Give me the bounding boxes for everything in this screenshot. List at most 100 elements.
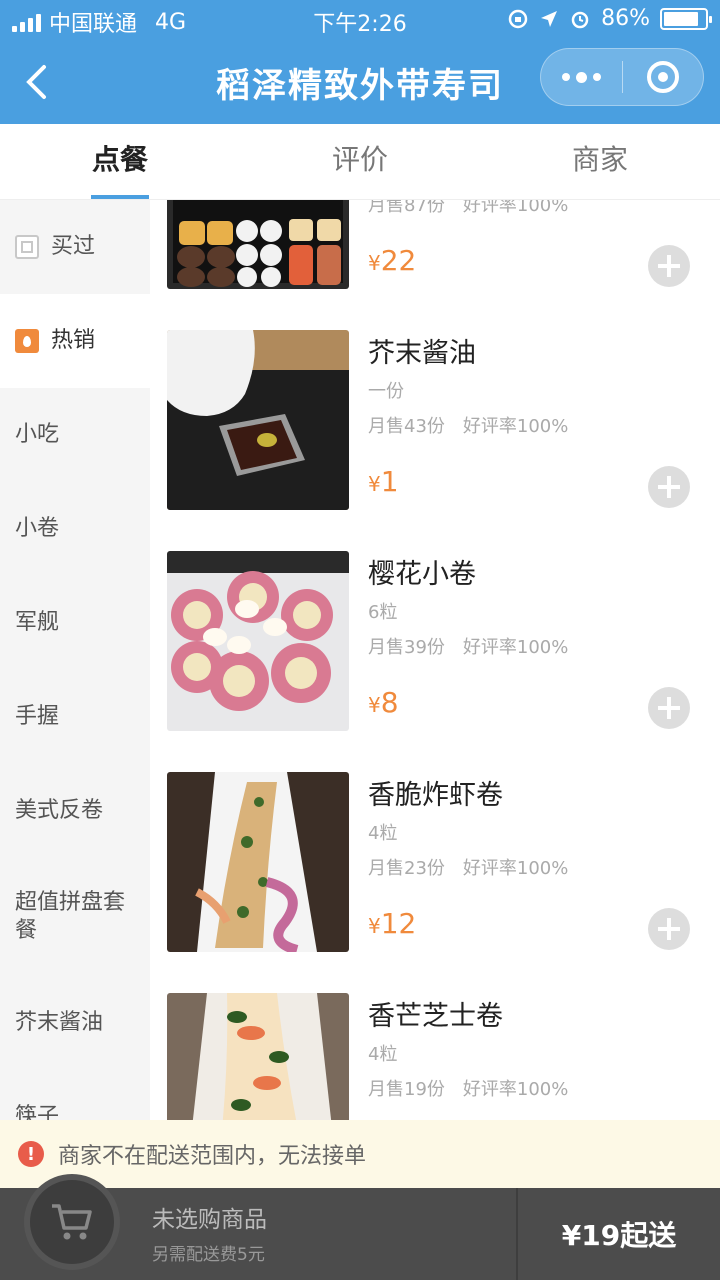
status-bar: 中国联通 4G 下午2:26 86% — [0, 0, 720, 40]
product-spec: 4粒 — [368, 1044, 398, 1065]
location-icon — [541, 10, 558, 27]
delivery-fee: 另需配送费5元 — [152, 1245, 265, 1265]
price-value: 12 — [380, 907, 417, 940]
product-rating: 好评率100% — [462, 200, 569, 216]
product-sales: 月售19份 — [368, 1079, 445, 1100]
warning-icon: ! — [18, 1141, 44, 1167]
product-item[interactable]: 月售87份 好评率100% ¥22 — [150, 200, 720, 309]
close-button[interactable] — [623, 49, 704, 105]
sidebar-item-platters[interactable]: 超值拼盘套餐 — [0, 858, 150, 976]
tab-merchant[interactable]: 商家 — [480, 124, 720, 199]
product-stats: 月售43份 好评率100% — [368, 412, 586, 438]
cart-icon — [52, 1204, 92, 1240]
product-rating: 好评率100% — [462, 416, 569, 437]
category-sidebar: 买过 热销 小吃 小卷 军舰 手握 美式反卷 超值拼盘套餐 芥末酱油 筷子 — [0, 200, 150, 1120]
status-right: 86% — [507, 6, 712, 31]
nav-bar: 稻泽精致外带寿司 — [0, 40, 720, 124]
more-dot-icon — [592, 73, 601, 81]
more-dot-icon — [575, 71, 587, 83]
more-button[interactable] — [541, 49, 622, 105]
sidebar-item-label: 筷子 — [15, 1104, 60, 1120]
cart-button[interactable] — [24, 1174, 120, 1270]
currency-symbol: ¥ — [368, 914, 381, 938]
sidebar-item-label: 买过 — [51, 234, 96, 259]
price-value: 8 — [380, 686, 399, 719]
product-spec: 6粒 — [368, 602, 398, 623]
product-name: 香脆炸虾卷 — [368, 780, 503, 811]
product-image — [167, 330, 349, 510]
more-dot-icon — [561, 73, 570, 81]
sidebar-item-label: 手握 — [15, 704, 60, 729]
sidebar-item-label: 小吃 — [15, 422, 60, 447]
sidebar-item-gunkan[interactable]: 军舰 — [0, 576, 150, 670]
product-price: ¥1 — [368, 465, 399, 498]
tab-reviews[interactable]: 评价 — [240, 124, 480, 199]
battery-percent: 86% — [601, 6, 650, 31]
product-item[interactable]: 香脆炸虾卷 4粒 月售23份 好评率100% ¥12 — [150, 751, 720, 972]
mini-program-capsule — [540, 48, 704, 106]
product-image — [167, 200, 349, 289]
product-price: ¥22 — [368, 244, 416, 277]
cart-summary: 未选购商品 另需配送费5元 — [152, 1200, 267, 1265]
add-to-cart-button[interactable] — [648, 687, 690, 729]
currency-symbol: ¥ — [368, 472, 381, 496]
product-price: ¥12 — [368, 907, 416, 940]
product-stats: 月售23份 好评率100% — [368, 854, 586, 880]
product-rating: 好评率100% — [462, 637, 569, 658]
currency-symbol: ¥ — [368, 251, 381, 275]
product-stats: 月售87份 好评率100% — [368, 200, 586, 217]
sidebar-item-label: 美式反卷 — [15, 798, 104, 823]
notice-text: 商家不在配送范围内，无法接单 — [58, 1144, 367, 1169]
price-value: 22 — [380, 244, 417, 277]
product-stats: 月售19份 好评率100% — [368, 1075, 586, 1101]
product-item[interactable]: 芥末酱油 一份 月售43份 好评率100% ¥1 — [150, 309, 720, 530]
product-rating: 好评率100% — [462, 858, 569, 879]
add-to-cart-button[interactable] — [648, 908, 690, 950]
sidebar-item-american-rolls[interactable]: 美式反卷 — [0, 764, 150, 858]
sidebar-item-wasabi-soy[interactable]: 芥末酱油 — [0, 976, 150, 1070]
product-sales: 月售23份 — [368, 858, 445, 879]
sidebar-item-label: 小卷 — [15, 516, 60, 541]
product-name: 樱花小卷 — [368, 559, 476, 590]
sidebar-item-snacks[interactable]: 小吃 — [0, 388, 150, 482]
sidebar-item-label: 超值拼盘套餐 — [15, 890, 126, 943]
sidebar-item-small-rolls[interactable]: 小卷 — [0, 482, 150, 576]
currency-symbol: ¥ — [368, 693, 381, 717]
product-list-scroll: 月售87份 好评率100% ¥22 芥末酱油 一份 月售43份 好评率100% ¥1 — [150, 200, 720, 1120]
min-order-button[interactable]: ¥19起送 — [516, 1188, 720, 1280]
sidebar-item-label: 军舰 — [15, 610, 60, 635]
cart-bar: 未选购商品 另需配送费5元 ¥19起送 — [0, 1174, 720, 1280]
product-price: ¥8 — [368, 686, 399, 719]
sidebar-item-hot[interactable]: 热销 — [0, 294, 150, 388]
sidebar-item-bought[interactable]: 买过 — [0, 200, 150, 294]
sidebar-item-label: 热销 — [51, 328, 96, 353]
tab-bar: 点餐 评价 商家 — [0, 124, 720, 200]
product-sales: 月售39份 — [368, 637, 445, 658]
add-to-cart-button[interactable] — [648, 466, 690, 508]
delivery-notice: ! 商家不在配送范围内，无法接单 — [0, 1120, 720, 1188]
battery-icon — [660, 7, 712, 30]
product-spec: 一份 — [368, 381, 404, 402]
bought-icon — [15, 235, 39, 259]
product-image — [167, 551, 349, 731]
sidebar-item-chopsticks[interactable]: 筷子 — [0, 1070, 150, 1120]
product-item[interactable]: 香芒芝士卷 4粒 月售19份 好评率100% — [150, 972, 720, 1120]
product-list: 月售87份 好评率100% ¥22 芥末酱油 一份 月售43份 好评率100% ¥1 — [150, 200, 720, 1120]
product-sales: 月售43份 — [368, 416, 445, 437]
product-image — [167, 993, 349, 1120]
battery-fill — [664, 11, 699, 26]
product-rating: 好评率100% — [462, 1079, 569, 1100]
product-spec: 4粒 — [368, 823, 398, 844]
product-name: 香芒芝士卷 — [368, 1001, 503, 1032]
product-stats: 月售39份 好评率100% — [368, 633, 586, 659]
add-to-cart-button[interactable] — [648, 245, 690, 287]
product-image — [167, 772, 349, 952]
tab-order[interactable]: 点餐 — [0, 124, 240, 199]
product-item[interactable]: 樱花小卷 6粒 月售39份 好评率100% ¥8 — [150, 530, 720, 751]
alarm-icon — [571, 11, 589, 28]
sidebar-item-nigiri[interactable]: 手握 — [0, 670, 150, 764]
sidebar-item-label: 芥末酱油 — [15, 1010, 104, 1035]
product-sales: 月售87份 — [368, 200, 445, 216]
product-name: 芥末酱油 — [368, 338, 476, 369]
price-value: 1 — [380, 465, 399, 498]
